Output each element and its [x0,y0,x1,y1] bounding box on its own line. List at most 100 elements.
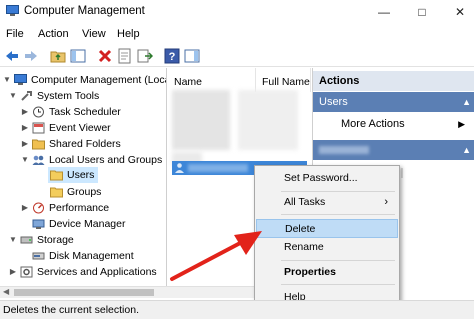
collapse-arrow-icon[interactable]: ▼ [8,235,18,244]
collapse-up-icon[interactable]: ▲ [462,92,471,112]
submenu-arrow-icon: ▶ [458,119,465,129]
properties-icon[interactable] [117,48,133,64]
actions-section-selected-user[interactable]: ▲ [313,140,474,160]
menu-bar: File Action View Help [0,26,474,44]
collapse-up-icon[interactable]: ▲ [462,140,471,160]
menu-item-all-tasks[interactable]: All Tasks › [256,193,398,212]
menu-item-delete[interactable]: Delete [256,219,398,238]
users-icon [32,155,45,165]
expand-arrow-icon[interactable]: ▶ [20,203,30,212]
tree-item-label: Event Viewer [49,121,111,134]
menu-separator [281,214,395,215]
export-list-icon[interactable] [137,48,153,64]
collapse-arrow-icon[interactable]: ▼ [8,91,18,100]
divider [401,168,403,178]
blurred-full-names [238,90,298,150]
tree-item-computer-management[interactable]: ▼ Computer Management (Local [2,72,167,87]
collapse-arrow-icon[interactable]: ▼ [2,75,12,84]
menu-view[interactable]: View [82,28,106,40]
back-arrow-icon[interactable] [4,48,20,64]
computer-management-icon [6,5,19,16]
tree-item-groups[interactable]: Groups [48,184,101,199]
collapse-arrow-icon[interactable]: ▼ [20,155,30,164]
status-bar: Deletes the current selection. [0,300,474,319]
tree-item-label: Groups [67,185,102,198]
menu-file[interactable]: File [6,28,24,40]
maximize-button[interactable]: □ [408,0,436,24]
menu-item-properties[interactable]: Properties [256,263,398,282]
tree-item-device-manager[interactable]: Device Manager [30,216,125,231]
actions-header: Actions [313,71,474,91]
expand-arrow-icon[interactable]: ▶ [20,123,30,132]
actions-section-label: Users [319,96,348,108]
tree-item-shared-folders[interactable]: ▶ Shared Folders [20,136,121,151]
event-viewer-icon [32,122,45,133]
disk-icon [32,252,45,259]
menu-separator [281,284,395,285]
tree-item-label: Task Scheduler [49,105,121,118]
shared-folder-icon [32,139,45,149]
more-actions-item[interactable]: More Actions ▶ [313,114,474,134]
svg-text:?: ? [169,51,176,63]
expand-arrow-icon[interactable]: ▶ [20,107,30,116]
menu-item-rename[interactable]: Rename [256,238,398,257]
help-icon[interactable]: ? [164,48,180,64]
annotation-arrow [170,231,262,281]
column-header-name[interactable]: Name [168,68,256,92]
device-manager-icon [32,219,45,229]
forward-arrow-icon[interactable] [23,48,39,64]
menu-action[interactable]: Action [38,28,69,40]
tree-item-label: Users [67,169,95,181]
user-icon [175,163,184,173]
more-actions-label: More Actions [341,118,405,130]
expand-arrow-icon[interactable]: ▶ [20,139,30,148]
clock-icon [33,106,44,117]
tree-item-event-viewer[interactable]: ▶ Event Viewer [20,120,111,135]
scroll-left-icon[interactable]: ◀ [3,287,9,296]
menu-item-set-password[interactable]: Set Password... [256,169,398,188]
menu-help[interactable]: Help [117,28,140,40]
blurred-user-rows [172,90,230,150]
tools-icon [21,90,32,101]
all-tasks-label: All Tasks [284,196,326,208]
services-icon [20,266,33,277]
title-bar: Computer Management — □ ✕ [0,0,474,24]
submenu-chevron-icon: › [384,196,388,208]
tree-item-services-and-applications[interactable]: ▶ Services and Applications [8,264,157,279]
tree-item-label: System Tools [37,89,100,102]
tree-item-label: Device Manager [49,217,126,230]
tree-item-performance[interactable]: ▶ Performance [20,200,109,215]
show-hide-tree-icon[interactable] [70,48,86,64]
tree-item-label: Shared Folders [49,137,121,150]
console-tree: ▼ Computer Management (Local ▼ System To… [0,68,167,294]
actions-section-users[interactable]: Users ▲ [313,92,474,112]
tree-item-label: Storage [37,233,74,246]
scrollbar-thumb[interactable] [14,289,154,296]
show-hide-action-pane-icon[interactable] [184,48,200,64]
folder-icon [50,170,63,181]
tree-item-users[interactable]: Users [48,167,98,183]
tree-item-label: Computer Management (Local [31,73,167,86]
tree-item-system-tools[interactable]: ▼ System Tools [8,88,99,103]
tree-item-disk-management[interactable]: Disk Management [30,248,134,263]
storage-icon [20,236,33,243]
window-title: Computer Management [24,5,145,17]
toolbar: ? [0,45,474,67]
up-folder-icon[interactable] [50,48,66,64]
minimize-button[interactable]: — [370,0,398,24]
expand-arrow-icon[interactable]: ▶ [8,267,18,276]
delete-icon[interactable] [97,48,113,64]
tree-item-label: Local Users and Groups [49,153,163,166]
performance-icon [33,202,44,213]
tree-item-label: Services and Applications [37,265,157,278]
column-header-full-name[interactable]: Full Name [256,68,311,92]
close-button[interactable]: ✕ [446,0,474,24]
tree-item-task-scheduler[interactable]: ▶ Task Scheduler [20,104,121,119]
menu-separator [281,260,395,261]
folder-icon [50,187,63,197]
context-menu: Set Password... All Tasks › Delete Renam… [254,165,400,311]
tree-item-local-users-and-groups[interactable]: ▼ Local Users and Groups [20,152,162,167]
blurred-section-label [319,146,369,154]
tree-item-storage[interactable]: ▼ Storage [8,232,74,247]
menu-separator [281,191,395,192]
